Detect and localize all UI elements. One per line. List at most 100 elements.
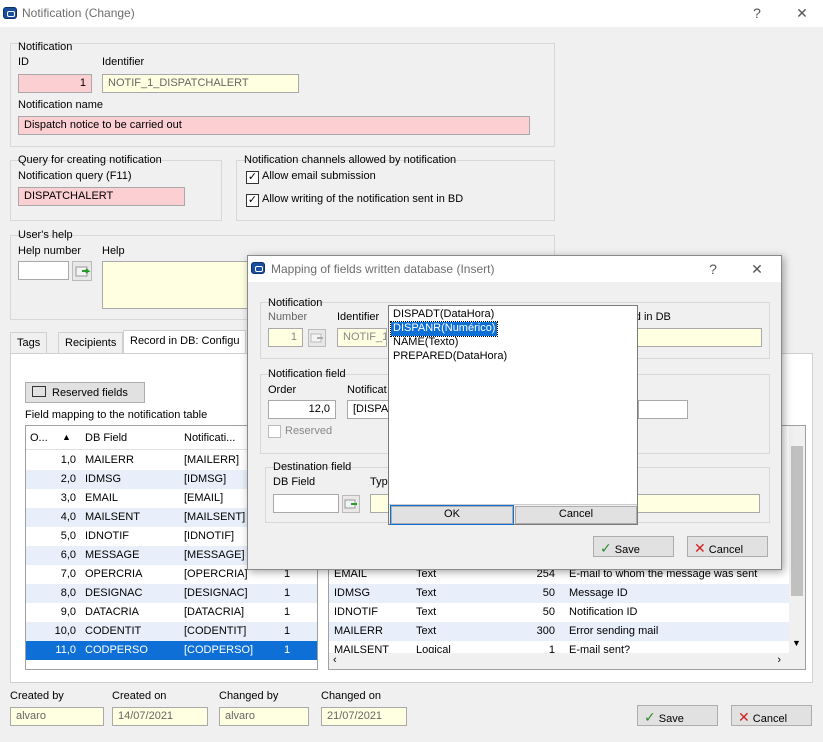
- email-checkbox-label: Allow email submission: [262, 170, 376, 182]
- tab-record-in-db[interactable]: Record in DB: Configu: [123, 330, 247, 354]
- row-description: Message ID: [569, 587, 628, 599]
- scroll-right-icon[interactable]: ›: [777, 654, 781, 666]
- query-field-label: Notification query (F11): [18, 170, 132, 182]
- scroll-left-icon[interactable]: ‹: [333, 654, 337, 666]
- dialog-dbfield-input[interactable]: [273, 494, 339, 513]
- scroll-down-icon[interactable]: ▼: [792, 638, 801, 648]
- check-icon: ✓: [600, 540, 612, 556]
- popup-item[interactable]: PREPARED(DataHora): [391, 350, 509, 364]
- dialog-notif-field[interactable]: [DISPAN: [347, 400, 389, 419]
- notification-name-label: Notification name: [18, 99, 103, 111]
- help-number-field[interactable]: [18, 261, 69, 280]
- tab-tags[interactable]: Tags: [10, 332, 48, 354]
- writing-checkbox[interactable]: ✓: [246, 194, 259, 207]
- horizontal-scrollbar[interactable]: ‹ ›: [329, 653, 805, 669]
- row-order: 4,0: [60, 511, 76, 523]
- row-description: Notification ID: [569, 606, 638, 618]
- help-button[interactable]: ?: [743, 5, 771, 21]
- table-row[interactable]: IDMSG Text 50 Message ID: [329, 584, 789, 603]
- row-notification: [OPERCRIA]: [184, 568, 248, 580]
- dialog-close-button[interactable]: ✕: [743, 261, 771, 278]
- notification-name-field[interactable]: Dispatch notice to be carried out: [18, 116, 530, 135]
- dialog-notification-label: Notification: [268, 297, 323, 309]
- dialog-order-field[interactable]: 12,0: [268, 400, 336, 419]
- app-icon: [3, 7, 17, 19]
- header-db-field[interactable]: DB Field: [85, 432, 127, 444]
- table-row[interactable]: MAILERR Text 300 Error sending mail: [329, 622, 789, 641]
- folder-arrow-icon: [310, 333, 323, 343]
- header-notification[interactable]: Notificati...: [184, 432, 235, 444]
- row-order: 1,0: [60, 454, 76, 466]
- popup-cancel-button[interactable]: Cancel: [515, 506, 637, 524]
- row-db-field: IDMSG: [334, 587, 371, 599]
- folder-arrow-icon: [75, 266, 91, 277]
- dialog-help-button[interactable]: ?: [699, 261, 727, 277]
- dialog-dest-label: Destination field: [273, 461, 352, 473]
- row-db-field: OPERCRIA: [85, 568, 143, 580]
- row-notification: [EMAIL]: [184, 492, 224, 504]
- notification-group-label: Notification: [18, 41, 73, 53]
- help-text-area[interactable]: [102, 261, 248, 309]
- table-row[interactable]: IDNOTIF Text 50 Notification ID: [329, 603, 789, 622]
- channels-group-label: Notification channels allowed by notific…: [244, 154, 457, 166]
- row-notification: [IDMSG]: [184, 473, 227, 485]
- changed-on-field: 21/07/2021: [321, 707, 407, 726]
- dialog-order-label: Order: [268, 384, 297, 396]
- dialog-title: Mapping of fields written database (Inse…: [271, 262, 495, 276]
- row-db-field: CODPERSO: [85, 644, 148, 656]
- table-row[interactable]: 11,0 CODPERSO [CODPERSO] 1: [26, 641, 317, 660]
- popup-item-selected[interactable]: DISPANR(Numérico): [389, 321, 499, 337]
- scrollbar-thumb[interactable]: [791, 446, 803, 596]
- created-on-label: Created on: [112, 690, 167, 702]
- dialog-cancel-button[interactable]: ✕ Cancel: [687, 536, 768, 557]
- save-button[interactable]: ✓ Save: [637, 705, 718, 726]
- identifier-field[interactable]: NOTIF_1_DISPATCHALERT: [102, 74, 299, 93]
- dialog-dbfield-label: DB Field: [273, 476, 316, 488]
- vertical-scrollbar[interactable]: ▼: [789, 426, 805, 654]
- row-db-field: CODENTIT: [85, 625, 142, 637]
- header-order[interactable]: O...: [30, 432, 48, 444]
- popup-item[interactable]: NAME(Texto): [391, 336, 460, 350]
- id-field[interactable]: 1: [18, 74, 92, 93]
- changed-by-label: Changed by: [219, 690, 279, 702]
- dialog-number-lookup: [308, 329, 326, 347]
- dialog-notif-field-tail[interactable]: [638, 400, 688, 419]
- reserved-fields-button[interactable]: Reserved fields: [25, 382, 145, 403]
- table-row[interactable]: 9,0 DATACRIA [DATACRIA] 1: [26, 603, 317, 622]
- tab-recipients[interactable]: Recipients: [58, 332, 124, 354]
- cancel-button[interactable]: ✕ Cancel: [731, 705, 812, 726]
- table-row[interactable]: 8,0 DESIGNAC [DESIGNAC] 1: [26, 584, 317, 603]
- email-checkbox[interactable]: ✓: [246, 171, 259, 184]
- row-notification: [IDNOTIF]: [184, 530, 235, 542]
- row-notification: [CODENTIT]: [184, 625, 247, 637]
- row-order: 8,0: [60, 587, 76, 599]
- dialog-dbfield-lookup[interactable]: [342, 495, 360, 513]
- row-size: 300: [536, 625, 555, 637]
- row-db-field: DESIGNAC: [85, 587, 143, 599]
- query-field[interactable]: DISPATCHALERT: [18, 187, 185, 206]
- dialog-number-label: Number: [268, 311, 308, 323]
- close-button[interactable]: ✕: [788, 5, 816, 22]
- dialog-reserved-label: Reserved: [285, 425, 333, 437]
- id-label: ID: [18, 56, 29, 68]
- changed-on-label: Changed on: [321, 690, 381, 702]
- window-icon: [32, 386, 46, 397]
- row-description: Error sending mail: [569, 625, 659, 637]
- popup-item[interactable]: DISPADT(DataHora): [391, 308, 496, 322]
- x-icon: ✕: [738, 709, 750, 725]
- row-order: 3,0: [60, 492, 76, 504]
- x-icon: ✕: [694, 540, 706, 556]
- row-extra: 1: [284, 625, 291, 637]
- row-db-field: MAILERR: [85, 454, 134, 466]
- table-row[interactable]: 10,0 CODENTIT [CODENTIT] 1: [26, 622, 317, 641]
- row-db-field: IDNOTIF: [85, 530, 129, 542]
- dialog-save-button[interactable]: ✓ Save: [593, 536, 674, 557]
- row-extra: 1: [284, 587, 291, 599]
- row-notification: [MAILSENT]: [184, 511, 246, 523]
- help-lookup-button[interactable]: [72, 261, 92, 281]
- row-order: 11,0: [55, 644, 76, 656]
- popup-ok-button[interactable]: OK: [390, 505, 514, 525]
- changed-by-field: alvaro: [219, 707, 309, 726]
- row-db-field: IDMSG: [85, 473, 122, 485]
- row-type: Text: [416, 606, 437, 618]
